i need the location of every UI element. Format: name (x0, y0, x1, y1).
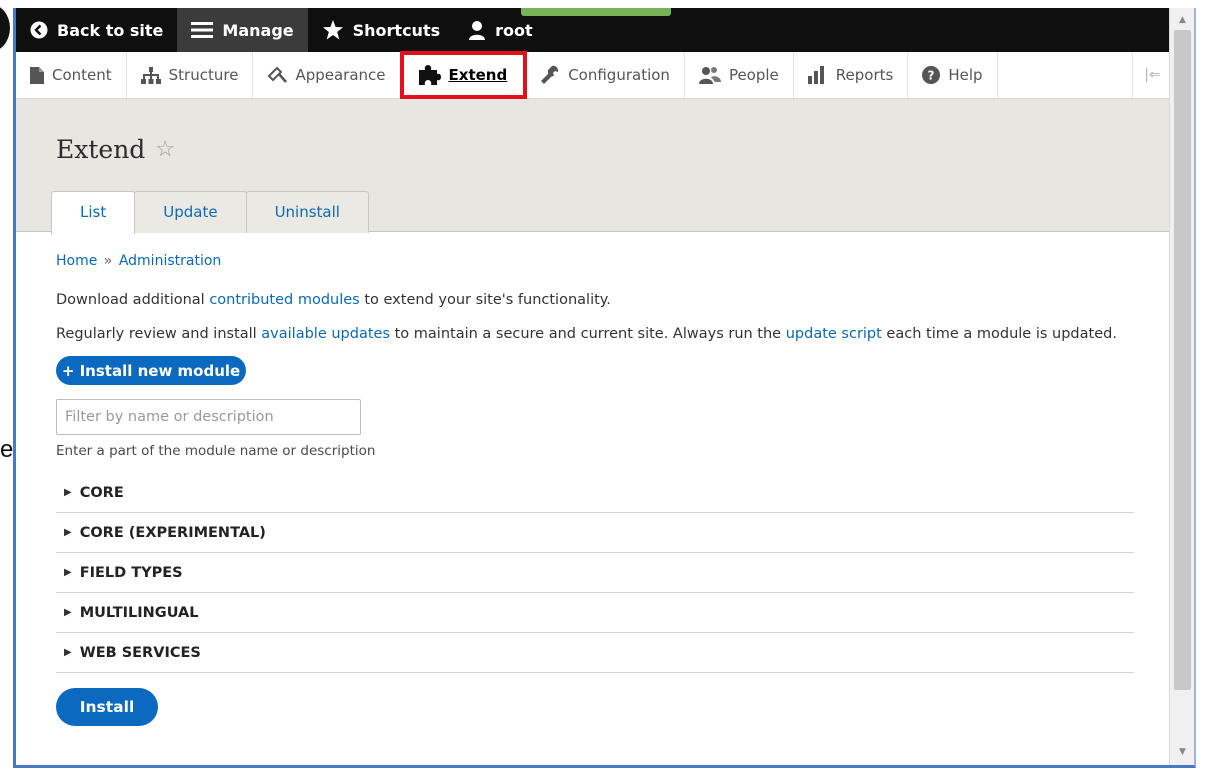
install-new-module-button[interactable]: + Install new module (56, 356, 246, 385)
tray-collapse-toggle[interactable]: |⇐ (1132, 52, 1172, 98)
tray-item-label: Content (52, 66, 112, 84)
shortcut-star-icon[interactable]: ☆ (155, 137, 175, 162)
expand-triangle-icon: ▶ (64, 647, 72, 658)
primary-tabs: List Update Uninstall (51, 191, 369, 234)
tray-item-label: Appearance (295, 66, 386, 84)
back-arrow-icon (30, 21, 48, 39)
manage-tab[interactable]: Manage (177, 8, 308, 52)
tab-list[interactable]: List (51, 191, 136, 234)
shortcuts-label: Shortcuts (352, 20, 441, 40)
package-label: WEB SERVICES (79, 644, 201, 661)
user-label: root (495, 20, 533, 40)
breadcrumb-separator: » (103, 253, 113, 269)
package-label: MULTILINGUAL (79, 604, 199, 621)
breadcrumb: Home » Administration (56, 253, 1136, 269)
manage-label: Manage (222, 20, 294, 40)
package-label: CORE (EXPERIMENTAL) (79, 524, 266, 541)
package-multilingual[interactable]: ▶ MULTILINGUAL (56, 593, 1134, 633)
scroll-down-arrow-icon[interactable]: ▼ (1170, 742, 1194, 762)
expand-triangle-icon: ▶ (64, 487, 72, 498)
star-icon (322, 20, 344, 40)
page-title: Extend (56, 135, 146, 164)
package-field-types[interactable]: ▶ FIELD TYPES (56, 553, 1134, 593)
scrollbar-thumb[interactable] (1174, 30, 1191, 690)
wrench-icon (540, 65, 560, 85)
tray-item-label: Help (948, 66, 983, 84)
tray-item-help[interactable]: ? Help (908, 52, 998, 98)
bar-chart-icon (807, 66, 828, 84)
intro-text-end: to extend your site's functionality. (359, 292, 611, 308)
filter-hint: Enter a part of the module name or descr… (56, 443, 376, 459)
svg-text:?: ? (928, 69, 935, 83)
tray-item-structure[interactable]: Structure (127, 52, 254, 98)
page-title-wrap: Extend ☆ (56, 135, 175, 164)
menu-icon (191, 21, 214, 39)
updates-text-middle: to maintain a secure and current site. A… (390, 326, 786, 342)
breadcrumb-administration-link[interactable]: Administration (119, 253, 221, 269)
tray-item-label: Extend (448, 66, 508, 84)
tray-item-label: Reports (835, 66, 894, 84)
shortcuts-tab[interactable]: Shortcuts (308, 8, 455, 52)
expand-triangle-icon: ▶ (64, 527, 72, 538)
back-to-site-link[interactable]: Back to site (16, 8, 177, 52)
module-filter-input[interactable] (56, 399, 361, 435)
tray-item-reports[interactable]: Reports (794, 52, 909, 98)
tray-item-label: Configuration (568, 66, 670, 84)
sitemap-icon (140, 66, 161, 84)
people-icon (698, 66, 721, 84)
package-core[interactable]: ▶ CORE (56, 473, 1134, 513)
package-label: FIELD TYPES (79, 564, 183, 581)
tray-item-content[interactable]: Content (16, 52, 127, 98)
scroll-up-arrow-icon[interactable]: ▲ (1170, 10, 1194, 30)
file-icon (30, 66, 44, 84)
intro-paragraph: Download additional contributed modules … (56, 292, 611, 308)
admin-tray: Content Structure Appearance Extend Conf… (16, 51, 1172, 99)
tab-update[interactable]: Update (134, 191, 247, 233)
package-list: ▶ CORE ▶ CORE (EXPERIMENTAL) ▶ FIELD TYPES … (56, 473, 1134, 673)
intro-text: Download additional (56, 292, 210, 308)
user-icon (468, 20, 486, 40)
package-label: CORE (79, 484, 124, 501)
main-content: Home » Administration Download additiona… (56, 253, 1136, 726)
page-header: Extend ☆ List Update Uninstall (16, 99, 1172, 234)
tray-item-configuration[interactable]: Configuration (526, 52, 685, 98)
paintbrush-icon (267, 66, 288, 84)
back-to-site-label: Back to site (57, 20, 164, 40)
tray-item-people[interactable]: People (685, 52, 794, 98)
updates-text: Regularly review and install (56, 326, 262, 342)
updates-text-end: each time a module is updated. (881, 326, 1117, 342)
collapse-icon: |⇐ (1144, 67, 1161, 83)
environment-indicator (521, 8, 671, 16)
expand-triangle-icon: ▶ (64, 567, 72, 578)
puzzle-icon (418, 65, 441, 85)
edge-fragment: e (0, 436, 14, 463)
tab-uninstall[interactable]: Uninstall (245, 191, 369, 233)
tray-item-label: Structure (168, 66, 239, 84)
edge-decoration (0, 4, 10, 52)
tray-item-label: People (728, 66, 779, 84)
tray-item-extend[interactable]: Extend (399, 51, 528, 99)
available-updates-link[interactable]: available updates (261, 326, 390, 342)
help-icon: ? (922, 66, 941, 84)
browser-frame: Back to site Manage Shortcuts root Conte… (13, 8, 1196, 768)
package-web-services[interactable]: ▶ WEB SERVICES (56, 633, 1134, 673)
vertical-scrollbar[interactable]: ▲ ▼ (1169, 8, 1194, 765)
tray-item-appearance[interactable]: Appearance (253, 52, 401, 98)
contributed-modules-link[interactable]: contributed modules (209, 292, 359, 308)
updates-paragraph: Regularly review and install available u… (56, 326, 1117, 342)
install-button[interactable]: Install (56, 688, 158, 726)
update-script-link[interactable]: update script (786, 326, 882, 342)
breadcrumb-home-link[interactable]: Home (56, 253, 97, 269)
package-core-experimental[interactable]: ▶ CORE (EXPERIMENTAL) (56, 513, 1134, 553)
expand-triangle-icon: ▶ (64, 607, 72, 618)
